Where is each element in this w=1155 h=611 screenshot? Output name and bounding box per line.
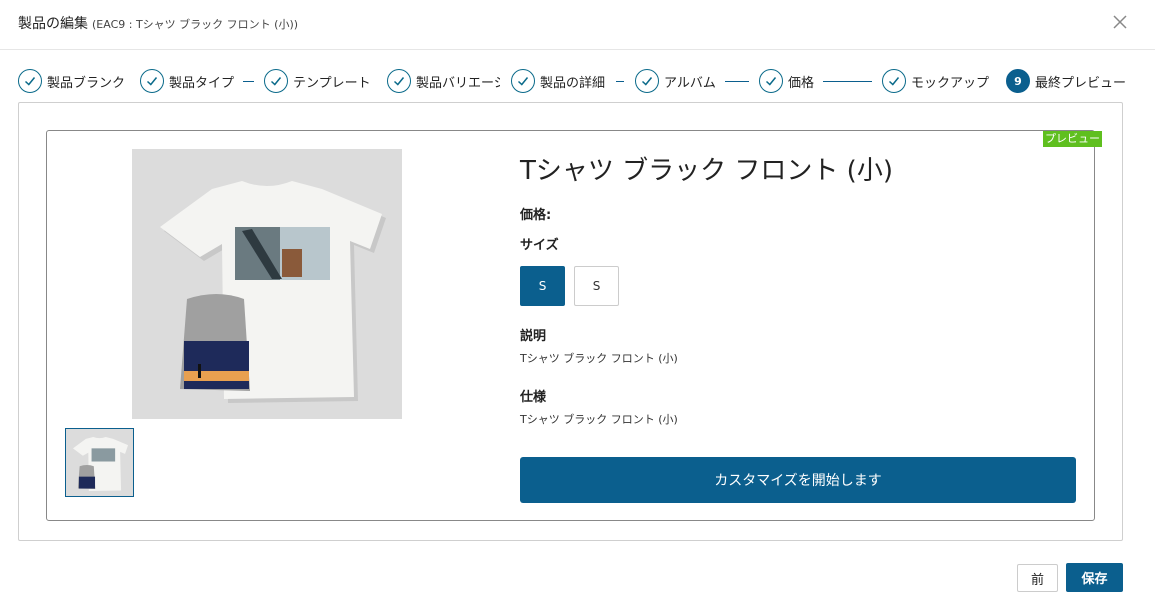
spec-value: Tシャツ ブラック フロント (小) [520,413,678,426]
step-label: 製品の詳細 [540,75,606,91]
step-template[interactable]: テンプレート [264,68,371,94]
step-connector [823,81,872,82]
step-label: 製品タイプ [169,75,235,91]
size-label: サイズ [520,238,559,253]
check-icon [882,69,906,93]
step-price[interactable]: 価格 [759,68,814,94]
step-label: モックアップ [911,75,990,91]
step-mockup[interactable]: モックアップ [882,68,989,94]
check-icon [511,69,535,93]
product-title: Tシャツ ブラック フロント (小) [520,156,893,186]
step-label: 最終プレビュー [1035,75,1127,91]
close-icon[interactable] [1111,13,1129,31]
step-connector [725,81,749,82]
check-icon [387,69,411,93]
step-number: 9 [1006,69,1030,93]
description-value: Tシャツ ブラック フロント (小) [520,352,678,365]
start-customize-button[interactable]: カスタマイズを開始します [520,457,1076,503]
spec-label: 仕様 [520,390,547,405]
size-option-s-selected[interactable]: S [520,266,565,306]
check-icon [140,69,164,93]
modal-title: 製品の編集 (EAC9 : Tシャツ ブラック フロント (小)) [18,13,298,33]
step-label: 製品バリエーシ [416,75,500,91]
check-icon [18,69,42,93]
modal-header: 製品の編集 (EAC9 : Tシャツ ブラック フロント (小)) [0,0,1155,50]
step-product-variation[interactable]: 製品バリエーシ [387,68,500,94]
modal-subtitle: (EAC9 : Tシャツ ブラック フロント (小)) [92,18,299,31]
step-product-type[interactable]: 製品タイプ [140,68,234,94]
size-option-s[interactable]: S [574,266,619,306]
step-connector [243,81,254,82]
stepper: 製品ブランク 製品タイプ テンプレート 製品バリエーシ 製品の詳細 アルバム 価… [18,68,1128,96]
product-main-image [132,149,402,419]
modal-title-text: 製品の編集 [18,16,88,32]
save-button[interactable]: 保存 [1066,563,1123,592]
prev-button[interactable]: 前 [1017,564,1058,592]
step-product-blank[interactable]: 製品ブランク [18,68,125,94]
step-label: 製品ブランク [47,75,126,91]
description-label: 説明 [520,329,547,344]
step-label: アルバム [664,75,716,91]
step-connector [616,81,624,82]
check-icon [635,69,659,93]
product-thumbnail[interactable] [65,428,134,497]
check-icon [759,69,783,93]
preview-badge: プレビュー [1043,131,1102,147]
step-product-details[interactable]: 製品の詳細 [511,68,605,94]
step-final-preview[interactable]: 9 最終プレビュー [1006,68,1126,94]
price-label: 価格: [520,208,552,223]
step-label: 価格 [788,75,815,91]
check-icon [264,69,288,93]
step-album[interactable]: アルバム [635,68,716,94]
step-label: テンプレート [293,75,371,91]
